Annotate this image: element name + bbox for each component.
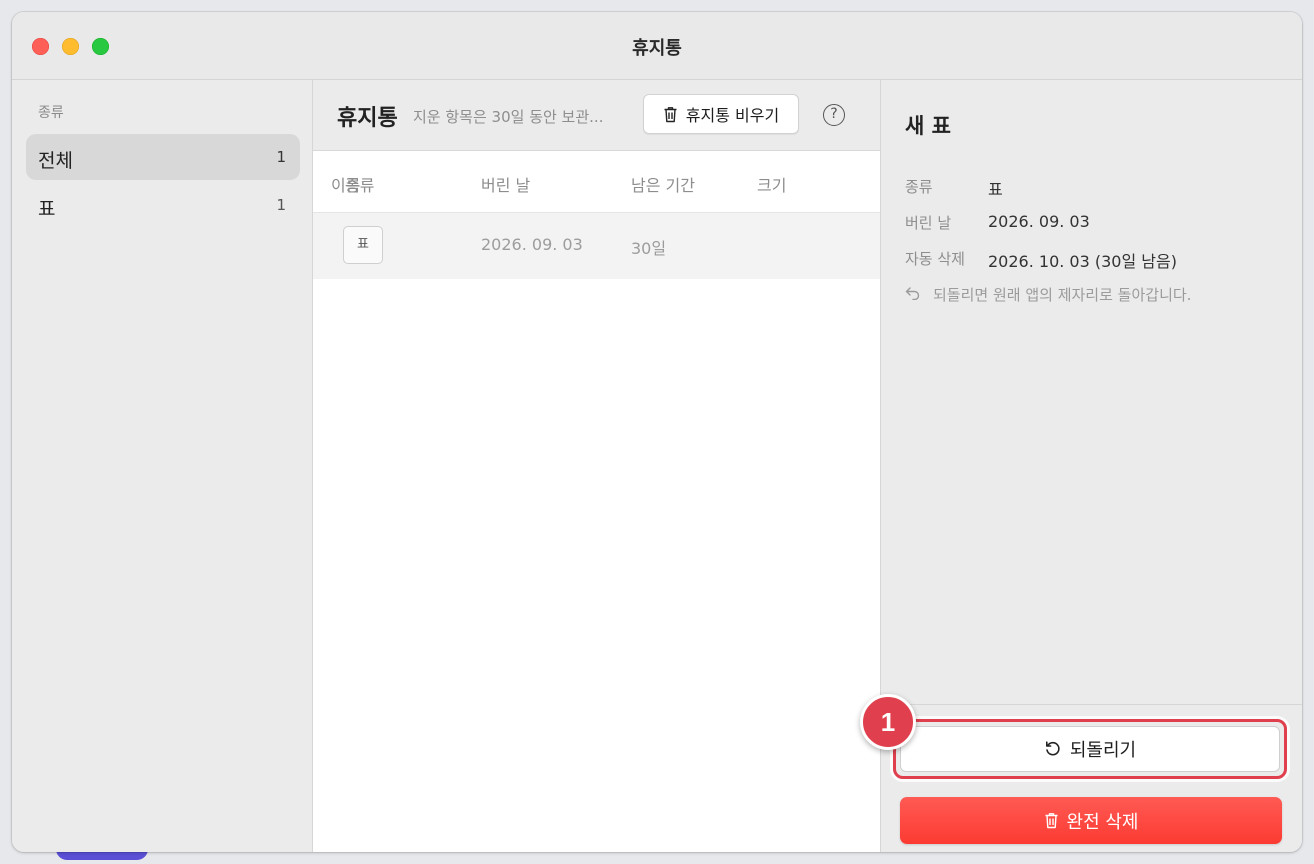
- restore-button-label: 되돌리기: [1069, 740, 1137, 761]
- detail-type-value: 표: [988, 180, 1003, 199]
- sidebar-item-all[interactable]: 전체 1: [26, 134, 300, 180]
- window-title: 휴지통: [632, 38, 682, 59]
- empty-trash-label: 휴지통 비우기: [685, 106, 780, 125]
- row-remaining: 30일: [631, 239, 667, 258]
- delete-permanently-label: 완전 삭제: [1066, 811, 1139, 833]
- row-deleted-date: 2026. 09. 03: [481, 235, 583, 254]
- detail-deleted-label: 버린 날: [905, 214, 952, 232]
- detail-title: 새 표: [905, 114, 951, 138]
- restore-note-text: 되돌리면 원래 앱의 제자리로 돌아갑니다.: [933, 286, 1192, 304]
- trash-list-pane: 휴지통 지운 항목은 30일 동안 보관... 휴지통 비우기 ? 이름 종류 …: [313, 80, 881, 852]
- list-header: 휴지통 지운 항목은 30일 동안 보관... 휴지통 비우기 ?: [313, 80, 880, 151]
- sidebar-item-label: 표: [38, 198, 56, 220]
- column-deleted[interactable]: 버린 날: [481, 172, 530, 196]
- list-title: 휴지통: [337, 106, 398, 131]
- undo-arrow-icon: [905, 286, 921, 304]
- restore-button-highlight: 되돌리기: [893, 719, 1287, 779]
- question-circle-icon[interactable]: ?: [823, 104, 845, 126]
- column-headers: 이름 종류 버린 날 남은 기간 크기: [313, 151, 880, 213]
- table-row[interactable]: 표 2026. 09. 03 30일: [313, 213, 880, 279]
- restore-icon: [1045, 741, 1060, 756]
- sidebar: 종류 전체 1 표 1: [12, 80, 313, 852]
- sidebar-item-table[interactable]: 표 1: [26, 182, 300, 228]
- step-badge: 1: [860, 694, 916, 750]
- type-badge: 표: [343, 226, 383, 264]
- sidebar-section-label: 종류: [38, 105, 64, 121]
- trash-icon: [1045, 813, 1058, 829]
- trash-window: 휴지통 종류 전체 1 표 1 휴지통 지운 항목은 30일 동안 보관... …: [12, 12, 1302, 852]
- sidebar-item-count: 1: [276, 148, 286, 166]
- empty-trash-button[interactable]: 휴지통 비우기: [643, 94, 799, 134]
- sidebar-item-label: 전체: [38, 150, 73, 172]
- restore-button[interactable]: 되돌리기: [900, 726, 1280, 772]
- column-remaining[interactable]: 남은 기간: [631, 172, 695, 196]
- restore-note: 되돌리면 원래 앱의 제자리로 돌아갑니다.: [905, 284, 1191, 305]
- detail-auto-delete-value: 2026. 10. 03 (30일 남음): [988, 252, 1177, 271]
- detail-type-label: 종류: [905, 178, 933, 196]
- column-type[interactable]: 종류: [345, 172, 374, 196]
- detail-deleted-value: 2026. 09. 03: [988, 212, 1090, 231]
- detail-pane: 새 표 종류 표 버린 날 2026. 09. 03 자동 삭제 2026. 1…: [881, 80, 1302, 852]
- column-size[interactable]: 크기: [757, 172, 786, 196]
- detail-divider: [881, 704, 1302, 705]
- trash-icon: [664, 106, 677, 122]
- title-bar: 휴지통: [12, 12, 1302, 80]
- list-subtitle: 지운 항목은 30일 동안 보관...: [413, 108, 604, 126]
- sidebar-item-count: 1: [276, 196, 286, 214]
- delete-permanently-button[interactable]: 완전 삭제: [900, 797, 1282, 844]
- detail-auto-delete-label: 자동 삭제: [905, 250, 965, 268]
